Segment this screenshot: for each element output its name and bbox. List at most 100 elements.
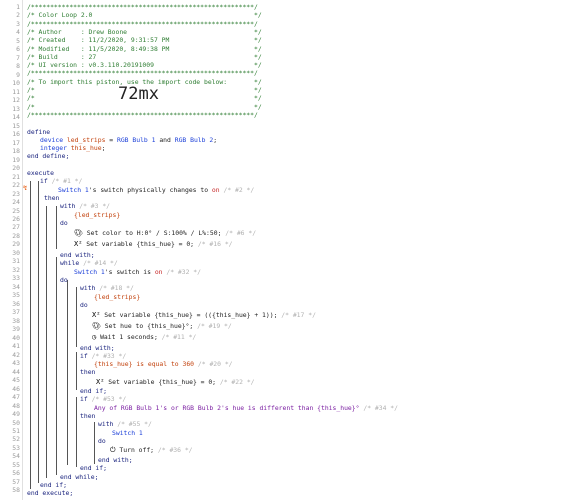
header-line: /***************************************…	[27, 69, 258, 78]
line-number: 55	[12, 460, 20, 469]
line-number: 36	[12, 299, 20, 308]
line-number: 46	[12, 384, 20, 393]
line-number: 33	[12, 274, 20, 283]
line-number: 32	[12, 265, 20, 274]
line-number: 16	[12, 130, 20, 139]
line-number: 28	[12, 231, 20, 240]
keyword-do-4: do	[98, 436, 106, 445]
if3-bar	[76, 397, 77, 467]
header-line: /* Created : 11/2/2020, 9:31:57 PM */	[27, 36, 262, 45]
line-number: 50	[12, 418, 20, 427]
with-bar	[56, 206, 57, 249]
line-number: 52	[12, 435, 20, 444]
variable-icon: X²	[96, 377, 105, 386]
keyword-do-1: do	[60, 218, 68, 227]
code-viewer: 1 2 3 4 5 6 7 8 9 10 11 12 13 14 15 16 17 18 19 20 21 22 23 24 2…	[0, 0, 579, 500]
with-target-2: {led_strips}	[94, 292, 141, 301]
with-line-2: with /* #18 */	[80, 284, 134, 293]
header-line: /* Build : 27 */	[27, 52, 262, 61]
line-number: 56	[12, 469, 20, 478]
line-number: 1	[16, 3, 20, 11]
end-while: end while;	[60, 472, 99, 481]
line-number: 30	[12, 248, 20, 257]
line-number: 21	[12, 172, 20, 181]
header-line: /* UI version : v0.3.110.20191009 */	[27, 61, 262, 70]
set-variable-action-1: X² Set variable {this_hue} = 0; /* #16 *…	[74, 240, 233, 248]
if-line-1: if /* #1 */	[40, 177, 83, 186]
end-execute: end execute;	[27, 489, 74, 498]
line-number: 14	[12, 113, 20, 122]
end-with-2: end with;	[80, 343, 115, 352]
set-variable-action-2: X² Set variable {this_hue} = (({this_hue…	[92, 311, 316, 319]
line-number: 13	[12, 104, 20, 113]
any-of-condition: Any of RGB Bulb 1's or RGB Bulb 2's hue …	[94, 403, 398, 412]
end-if-2: end if;	[80, 387, 107, 395]
set-variable-action-3: X² Set variable {this_hue} = 0; /* #22 *…	[96, 377, 255, 386]
line-number: 35	[12, 291, 20, 300]
gutter-divider	[22, 0, 23, 500]
line-number: 17	[12, 138, 20, 147]
line-number: 25	[12, 206, 20, 215]
end-define: end define;	[27, 152, 70, 161]
while-bar	[56, 257, 57, 475]
line-number: 19	[12, 155, 20, 164]
power-icon: ⏻	[110, 446, 116, 454]
line-number: 26	[12, 215, 20, 223]
line-number: 40	[12, 333, 20, 342]
line-number: 5	[16, 36, 20, 45]
line-number: 41	[12, 342, 20, 351]
with-line-1: with /* #3 */	[60, 202, 111, 211]
with-target-3: Switch 1	[112, 428, 143, 437]
if-line-2: if /* #33 */	[80, 351, 127, 360]
line-number: 9	[16, 70, 20, 79]
line-number: 53	[12, 443, 20, 452]
set-hue-action: 🎨︎ Set hue to {this_hue}°; /* #19 */	[92, 322, 232, 330]
line-number: 24	[12, 198, 20, 207]
line-number: 18	[12, 147, 20, 156]
set-color-action: 🎨︎ Set color to H:0° / S:100% / L%:50; /…	[74, 229, 257, 237]
line-number: 3	[16, 19, 20, 28]
palette-icon: 🎨︎	[92, 322, 101, 330]
with-target-1: {led_strips}	[74, 210, 121, 219]
while-condition: Switch 1's switch is on /* #32 */	[74, 267, 202, 276]
if-line-3: if /* #53 */	[80, 395, 127, 404]
line-number: 31	[12, 257, 20, 266]
variable-icon: X²	[92, 311, 101, 319]
line-number: 12	[12, 96, 20, 105]
line-number: 22	[12, 181, 20, 190]
line-number: 7	[16, 53, 20, 62]
header-line: /* Modified : 11/5/2020, 8:49:38 PM */	[27, 44, 262, 53]
palette-icon: 🎨︎	[74, 229, 83, 237]
keyword-do-2: do	[60, 275, 68, 284]
line-number: 10	[12, 79, 20, 88]
line-number: 2	[16, 11, 20, 20]
trigger-condition: Switch 1's switch physically changes to …	[58, 185, 255, 194]
header-line: /***************************************…	[27, 19, 258, 28]
end-if-3: end if;	[80, 464, 107, 473]
end-with-3: end with;	[98, 456, 133, 464]
clock-icon: ◷	[92, 333, 97, 341]
keyword-then: then	[44, 193, 60, 202]
line-number: 4	[16, 28, 20, 37]
line-number: 20	[12, 164, 20, 173]
line-number: 11	[12, 87, 20, 96]
keyword-define: define	[27, 127, 51, 136]
with-line-3: with /* #55 */	[98, 420, 152, 429]
line-number: 42	[12, 350, 20, 359]
line-number: 44	[12, 367, 20, 376]
trigger-flag-icon: ↯	[23, 184, 28, 192]
line-number: 34	[12, 282, 20, 291]
line-number: 54	[12, 452, 20, 461]
while-do-bar	[67, 280, 68, 465]
line-number: 37	[12, 308, 20, 317]
device-declaration: device led_strips = RGB Bulb 1 and RGB B…	[40, 135, 218, 144]
line-number: 58	[12, 486, 20, 495]
header-line: /* Color Loop 2.0 */	[27, 11, 262, 20]
import-code[interactable]: 72mx	[118, 85, 159, 103]
line-number: 6	[16, 45, 20, 54]
wait-action: ◷ Wait 1 seconds; /* #11 */	[92, 333, 197, 341]
keyword-then-3: then	[80, 411, 96, 420]
header-line: /* Author : Drew Boone */	[27, 27, 262, 36]
line-number: 49	[12, 410, 20, 419]
turn-off-action: ⏻ Turn off; /* #36 */	[110, 446, 193, 454]
